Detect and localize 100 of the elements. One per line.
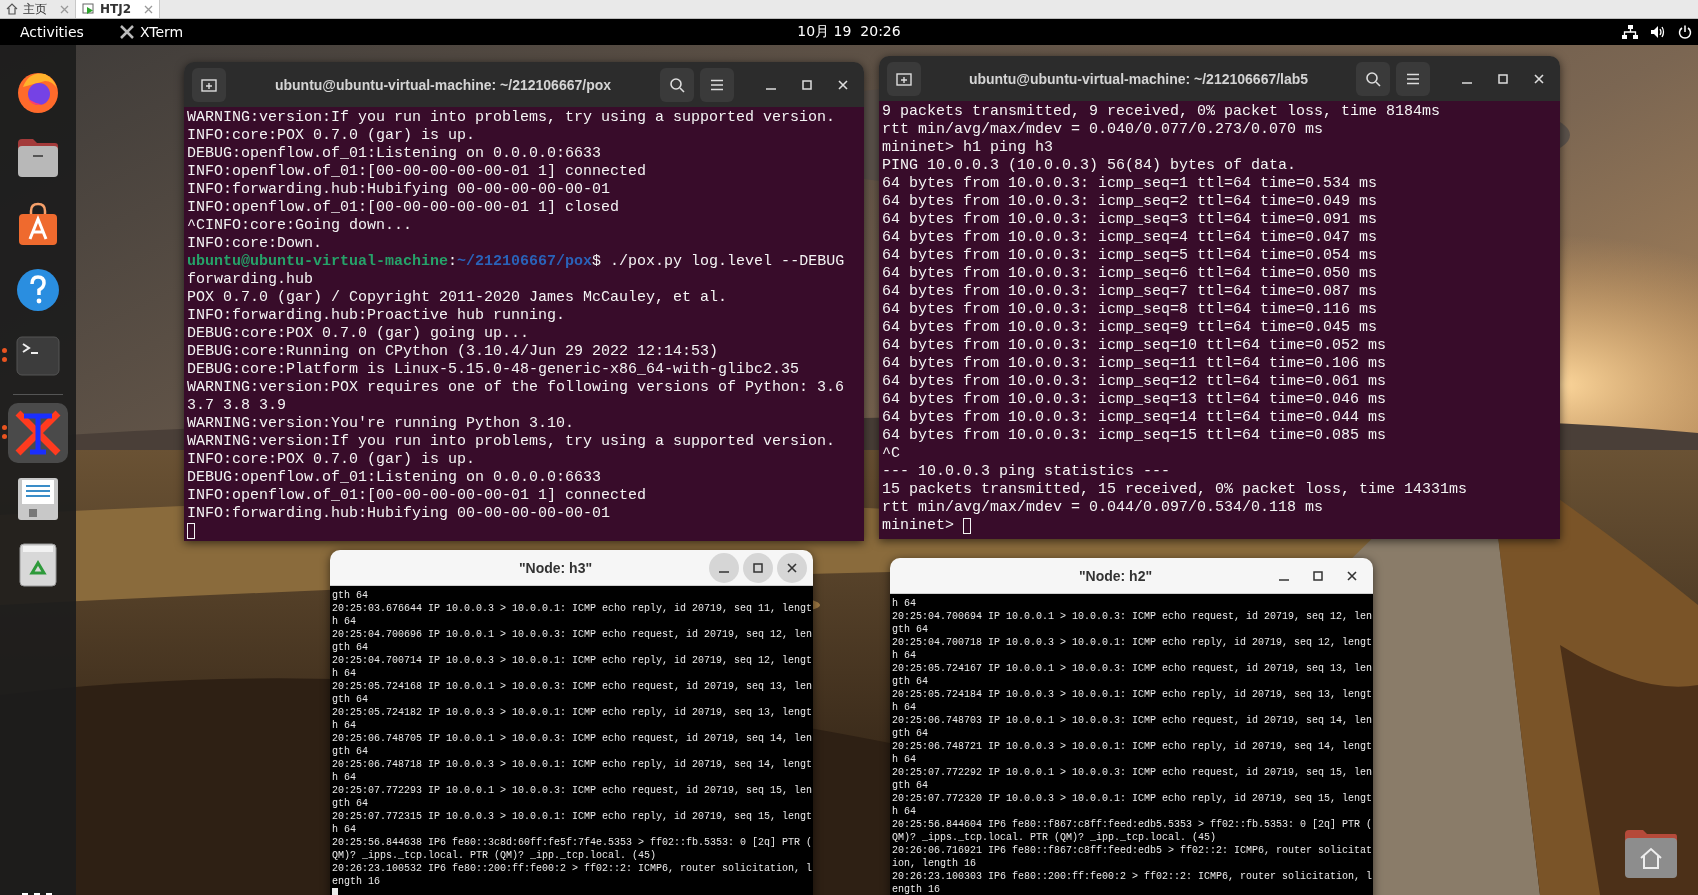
maximize-button[interactable] <box>743 552 773 583</box>
terminal-line: 20:25:04.700694 IP 10.0.0.1 > 10.0.0.3: ICMP echo request, id 20719, seq 12, len <box>892 610 1373 623</box>
activities-button[interactable]: Activities <box>20 24 84 40</box>
menu-button[interactable] <box>700 67 734 102</box>
terminal-line: 64 bytes from 10.0.0.3: icmp_seq=1 ttl=64 time=0.534 ms <box>882 175 1378 193</box>
terminal-line: DEBUG:core:POX 0.7.0 (gar) going up... <box>187 325 530 343</box>
new-tab-icon <box>896 70 912 87</box>
terminal-line: 20:25:06.748718 IP 10.0.0.3 > 10.0.0.1: ICMP echo reply, id 20719, seq 14, lengt <box>332 758 813 771</box>
terminal-line: 3.7 3.8 3.9 <box>187 397 287 415</box>
terminal-line: h 64 <box>892 597 916 610</box>
terminal-line: 20:25:05.724182 IP 10.0.0.3 > 10.0.0.1: ICMP echo reply, id 20719, seq 13, lengt <box>332 706 813 719</box>
search-icon <box>1365 70 1381 87</box>
terminal-line: 64 bytes from 10.0.0.3: icmp_seq=9 ttl=64 time=0.045 ms <box>882 319 1378 337</box>
volume-icon[interactable] <box>1650 25 1666 39</box>
terminal-line: gth 64 <box>892 675 928 688</box>
terminal-line: --- 10.0.0.3 ping statistics --- <box>882 463 1171 481</box>
terminal-line: INFO:core:POX 0.7.0 (gar) is up. <box>187 127 476 145</box>
maximize-icon <box>801 78 813 91</box>
home-folder-icon[interactable] <box>1623 828 1679 880</box>
terminal-line: 20:25:06.748705 IP 10.0.0.1 > 10.0.0.3: ICMP echo request, id 20719, seq 14, len <box>332 732 813 745</box>
terminal-line: ion, length 16 <box>892 857 976 870</box>
terminal-line: 64 bytes from 10.0.0.3: icmp_seq=2 ttl=64 time=0.049 ms <box>882 193 1378 211</box>
window-title: "Node: h2" <box>1077 567 1154 584</box>
terminal-line: 9 packets transmitted, 9 received, 0% packet loss, time 8184ms <box>882 103 1441 121</box>
terminal-line: 64 bytes from 10.0.0.3: icmp_seq=6 ttl=64 time=0.050 ms <box>882 265 1378 283</box>
terminal-line: h 64 <box>332 667 356 680</box>
terminal-line: DEBUG:openflow.of_01:Listening on 0.0.0.0:6633 <box>187 145 602 163</box>
terminal-line: 20:25:05.724168 IP 10.0.0.1 > 10.0.0.3: ICMP echo request, id 20719, seq 13, len <box>332 680 813 693</box>
terminal-line: DEBUG:openflow.of_01:Listening on 0.0.0.0:6633 <box>187 469 602 487</box>
window-title: ubuntu@ubuntu-virtual-machine: ~/212106667/pox <box>273 76 613 93</box>
app-menu[interactable]: XTerm <box>139 24 184 40</box>
terminal-line: h 64 <box>892 649 916 662</box>
terminal-line: 64 bytes from 10.0.0.3: icmp_seq=10 ttl=64 time=0.052 ms <box>882 337 1387 355</box>
window-title: "Node: h3" <box>517 559 594 576</box>
search-icon <box>669 76 685 93</box>
terminal-line: INFO:forwarding.hub:Hubifying 00-00-00-00-00-01 <box>187 181 611 199</box>
terminal-line: 20:25:56.844638 IP6 fe80::3c8d:60ff:fe5f:7f4e.5353 > ff02::fb.5353: 0 [2q] PTR ( <box>332 836 813 849</box>
vm-tab[interactable]: HTJ2 <box>76 0 161 18</box>
terminal-line: 20:25:06.748721 IP 10.0.0.3 > 10.0.0.1: ICMP echo reply, id 20719, seq 14, lengt <box>892 740 1373 753</box>
search-button[interactable] <box>1356 61 1390 96</box>
terminal-line: 64 bytes from 10.0.0.3: icmp_seq=15 ttl=64 time=0.085 ms <box>882 427 1387 445</box>
terminal-line: 64 bytes from 10.0.0.3: icmp_seq=11 ttl=64 time=0.106 ms <box>882 355 1387 373</box>
terminal-line: forwarding.hub <box>187 271 314 289</box>
terminal-line: rtt min/avg/max/mdev = 0.040/0.077/0.273/0.070 ms <box>882 121 1324 139</box>
folder-icon <box>15 137 61 179</box>
terminal-line: gth 64 <box>332 745 368 758</box>
new-tab-icon <box>201 76 217 93</box>
terminal-icon <box>16 336 60 376</box>
help-icon <box>15 267 61 313</box>
terminal-line: 64 bytes from 10.0.0.3: icmp_seq=3 ttl=64 time=0.091 ms <box>882 211 1378 229</box>
terminal-line: h 64 <box>892 805 916 818</box>
close-button[interactable] <box>777 552 807 583</box>
terminal-line: INFO:openflow.of_01:[00-00-00-00-00-01 1] connected <box>187 487 647 505</box>
terminal-line: 20:26:06.716921 IP6 fe80::f867:c8ff:feed:edb5 > ff02::2: ICMP6, router solicitat <box>892 844 1373 857</box>
terminal-line: h 64 <box>332 615 356 628</box>
terminal-line: 20:25:06.748703 IP 10.0.0.1 > 10.0.0.3: ICMP echo request, id 20719, seq 14, len <box>892 714 1373 727</box>
terminal-line: INFO:forwarding.hub:Hubifying 00-00-00-00-00-01 <box>187 505 611 523</box>
maximize-icon <box>1312 569 1324 582</box>
terminal-line: 64 bytes from 10.0.0.3: icmp_seq=4 ttl=64 time=0.047 ms <box>882 229 1378 247</box>
terminal-line: ength 16 <box>892 883 940 895</box>
terminal-line: 64 bytes from 10.0.0.3: icmp_seq=14 ttl=64 time=0.044 ms <box>882 409 1387 427</box>
terminal-line: rtt min/avg/max/mdev = 0.044/0.097/0.534/0.118 ms <box>882 499 1324 517</box>
menu-icon <box>1406 72 1420 85</box>
minimize-button[interactable] <box>709 552 739 583</box>
terminal-line: WARNING:version:You're running Python 3.10. <box>187 415 575 433</box>
terminal-line: gth 64 <box>892 623 928 636</box>
terminal-line: 64 bytes from 10.0.0.3: icmp_seq=7 ttl=64 time=0.087 ms <box>882 283 1378 301</box>
terminal-line: ength 16 <box>332 875 380 888</box>
terminal-line: h 64 <box>892 701 916 714</box>
menu-icon <box>710 78 724 91</box>
search-button[interactable] <box>660 67 694 102</box>
close-icon[interactable] <box>144 4 154 14</box>
terminal-line: 20:25:05.724167 IP 10.0.0.1 > 10.0.0.3: ICMP echo request, id 20719, seq 13, len <box>892 662 1373 675</box>
new-tab-button[interactable] <box>887 61 921 96</box>
terminal-line: QM)? _ipps._tcp.local. PTR (QM)? _ipp._tcp.local. (45) <box>892 831 1217 844</box>
terminal-line: 64 bytes from 10.0.0.3: icmp_seq=12 ttl=64 time=0.061 ms <box>882 373 1387 391</box>
terminal-line: 20:25:04.700696 IP 10.0.0.1 > 10.0.0.3: ICMP echo request, id 20719, seq 12, len <box>332 628 813 641</box>
x-logo-icon <box>119 25 134 39</box>
terminal-line: h 64 <box>332 823 356 836</box>
terminal-line: INFO:openflow.of_01:[00-00-00-00-00-01 1] closed <box>187 199 620 217</box>
terminal-line: POX 0.7.0 (gar) / Copyright 2011-2020 James McCauley, et al. <box>187 289 728 307</box>
power-icon[interactable] <box>1678 25 1692 39</box>
terminal-line: 64 bytes from 10.0.0.3: icmp_seq=8 ttl=64 time=0.116 ms <box>882 301 1378 319</box>
terminal-line: 20:26:23.100303 IP6 fe80::200:ff:fe00:2 > ff02::2: ICMP6, router solicitation, l <box>892 870 1373 883</box>
new-tab-button[interactable] <box>192 67 226 102</box>
xterm-icon <box>14 410 62 456</box>
terminal-line: h 64 <box>332 771 356 784</box>
clock[interactable]: 10月 19 20:26 <box>797 23 901 41</box>
close-icon <box>837 78 849 91</box>
terminal-line: gth 64 <box>332 589 368 602</box>
network-icon[interactable] <box>1622 25 1638 39</box>
terminal-line: INFO:core:POX 0.7.0 (gar) is up. <box>187 451 476 469</box>
menu-button[interactable] <box>1396 61 1430 96</box>
terminal-line: 15 packets transmitted, 15 received, 0% packet loss, time 14331ms <box>882 481 1468 499</box>
close-icon <box>1533 72 1545 85</box>
terminal-line: gth 64 <box>892 727 928 740</box>
terminal-line: gth 64 <box>332 693 368 706</box>
minimize-icon <box>719 570 729 573</box>
terminal-line: QM)? _ipps._tcp.local. PTR (QM)? _ipp._tcp.local. (45) <box>332 849 657 862</box>
terminal-line: gth 64 <box>892 779 928 792</box>
